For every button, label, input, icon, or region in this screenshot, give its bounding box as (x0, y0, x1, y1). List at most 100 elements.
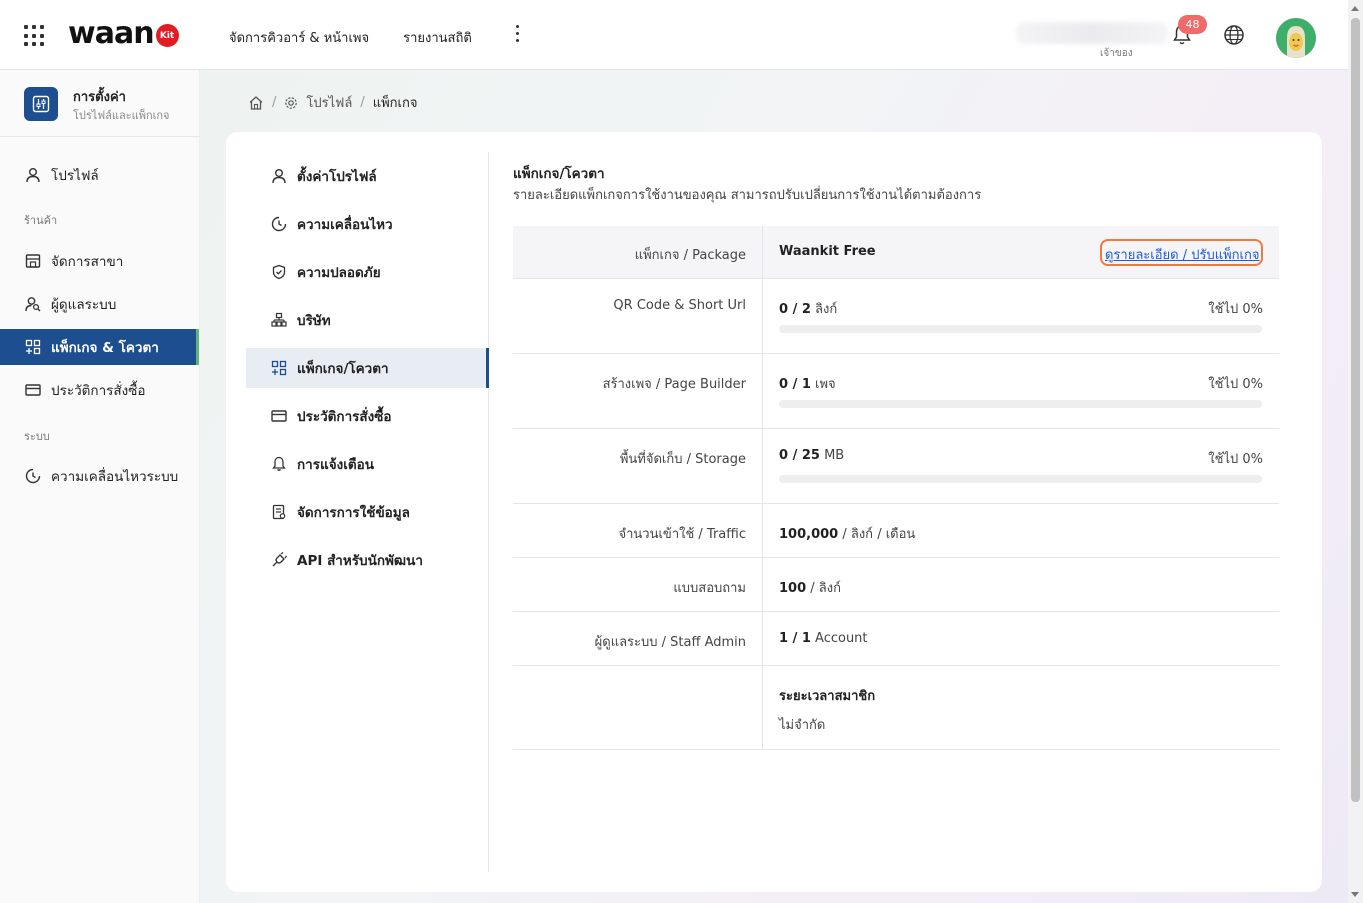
staff-value: 1 / 1 Account (779, 631, 868, 646)
quota-used: 0 (779, 377, 789, 392)
quota-progress-bar (779, 400, 1262, 408)
subnav-item-developer-api[interactable]: API สำหรับนักพัฒนา (246, 540, 489, 580)
subnav-item-data-usage[interactable]: จัดการการใช้ข้อมูล (246, 492, 489, 532)
subnav-item-order-history[interactable]: ประวัติการสั่งซื้อ (246, 396, 489, 436)
sidebar-subtitle: โปรไฟล์และแพ็กเกจ (73, 109, 170, 122)
row-label: QR Code & Short Url (513, 279, 763, 353)
page-scrollbar[interactable] (1348, 0, 1363, 903)
clock-icon (24, 467, 42, 485)
sidebar-item-label: ประวัติการสั่งซื้อ (51, 383, 146, 399)
org-chart-icon (270, 311, 288, 329)
more-vertical-icon[interactable] (516, 25, 519, 42)
table-row-quota-qr: QR Code & Short Url 0 / 2 ลิงก์ ใช้ไป 0% (513, 279, 1279, 354)
subnav-item-package-quota[interactable]: แพ็กเกจ/โควตา (246, 348, 489, 388)
staff-unit: Account (815, 631, 868, 646)
bell-icon (270, 455, 288, 473)
package-name: Waankit Free (779, 244, 876, 259)
gear-icon (285, 96, 298, 109)
traffic-value: 100,000 / ลิงก์ / เดือน (779, 523, 915, 544)
quota-used: 0 (779, 302, 789, 317)
row-label: สร้างเพจ / Page Builder (513, 354, 763, 428)
package-detail-link[interactable]: ดูรายละเอียด / ปรับแพ็กเกจ (1100, 239, 1264, 266)
sidebar-item-label: ความเคลื่อนไหวระบบ (51, 469, 179, 485)
table-row-quota-page-builder: สร้างเพจ / Page Builder 0 / 1 เพจ ใช้ไป … (513, 354, 1279, 429)
sidebar-item-admins[interactable]: ผู้ดูแลระบบ (0, 286, 199, 322)
subnav-label: API สำหรับนักพัฒนา (297, 553, 423, 569)
quota-unit: ลิงก์ (815, 302, 838, 317)
row-label: แพ็กเกจ / Package (513, 226, 763, 278)
row-label: แบบสอบถาม (513, 558, 763, 611)
globe-icon[interactable] (1223, 24, 1245, 46)
user-icon (270, 167, 288, 185)
logo-text: waan (68, 16, 155, 51)
subnav-label: บริษัท (297, 313, 331, 329)
quota-value: 0 / 1 เพจ (779, 377, 836, 392)
subnav-item-security[interactable]: ความปลอดภัย (246, 252, 489, 292)
breadcrumb: / โปรไฟล์ / แพ็กเกจ (248, 92, 417, 113)
sidebar-group-store: ร้านค้า (24, 214, 58, 227)
sidebar-item-package-quota[interactable]: แพ็กเกจ & โควตา (0, 329, 199, 365)
content-title: แพ็กเกจ/โควตา (513, 166, 605, 182)
quota-usage: ใช้ไป 0% (1208, 452, 1263, 467)
scroll-down-icon[interactable] (1351, 892, 1359, 897)
nav-qr-pages[interactable]: จัดการคิวอาร์ & หน้าเพจ (229, 27, 369, 48)
quota-limit: 1 (801, 377, 811, 392)
card-icon (270, 407, 288, 425)
sidebar-item-profile[interactable]: โปรไฟล์ (0, 157, 199, 193)
subnav-item-company[interactable]: บริษัท (246, 300, 489, 340)
breadcrumb-separator: / (360, 95, 365, 110)
quota-unit: เพจ (815, 377, 836, 392)
breadcrumb-profile[interactable]: โปรไฟล์ (306, 92, 352, 113)
row-label-empty (513, 666, 763, 749)
subnav-item-profile-settings[interactable]: ตั้งค่าโปรไฟล์ (246, 156, 489, 196)
quota-progress-bar (779, 475, 1262, 483)
table-row-staff-admin: ผู้ดูแลระบบ / Staff Admin 1 / 1 Account (513, 612, 1279, 666)
sidebar-header: การตั้งค่า โปรไฟล์และแพ็กเกจ (0, 70, 200, 137)
quota-value: 0 / 25 MB (779, 448, 845, 463)
quota-limit: 2 (801, 302, 811, 317)
sidebar-item-system-activity[interactable]: ความเคลื่อนไหวระบบ (0, 458, 199, 494)
quota-value: 0 / 2 ลิงก์ (779, 302, 838, 317)
quota-usage: ใช้ไป 0% (1208, 302, 1263, 317)
sidebar-item-label: แพ็กเกจ & โควตา (51, 340, 159, 356)
sidebar-item-branches[interactable]: จัดการสาขา (0, 243, 199, 279)
user-search-icon (24, 295, 42, 313)
card-icon (24, 381, 42, 399)
quota-usage: ใช้ไป 0% (1208, 377, 1263, 392)
subnav-label: ความเคลื่อนไหว (297, 217, 393, 233)
table-row-survey: แบบสอบถาม 100 / ลิงก์ (513, 558, 1279, 612)
breadcrumb-separator: / (272, 95, 277, 110)
survey-number: 100 (779, 581, 807, 596)
table-row-traffic: จำนวนเข้าใช้ / Traffic 100,000 / ลิงก์ /… (513, 504, 1279, 558)
traffic-number: 100,000 (779, 527, 839, 542)
logo-badge: Kit (155, 24, 179, 47)
apps-grid-icon[interactable] (24, 25, 46, 47)
shield-icon (270, 263, 288, 281)
avatar[interactable] (1276, 18, 1316, 58)
subnav-label: แพ็กเกจ/โควตา (297, 361, 389, 377)
subnav-item-notifications[interactable]: การแจ้งเตือน (246, 444, 489, 484)
subnav-label: ตั้งค่าโปรไฟล์ (297, 169, 377, 185)
notification-badge: 48 (1178, 15, 1207, 34)
sidebar-item-label: ผู้ดูแลระบบ (51, 297, 117, 313)
plug-icon (270, 551, 288, 569)
subnav-label: การแจ้งเตือน (297, 457, 374, 473)
sidebar-group-system: ระบบ (24, 430, 50, 443)
breadcrumb-package: แพ็กเกจ (372, 96, 418, 111)
package-grid-icon (24, 338, 42, 356)
home-icon[interactable] (248, 95, 264, 111)
row-label: พื้นที่จัดเก็บ / Storage (513, 429, 763, 503)
scroll-thumb[interactable] (1351, 18, 1360, 802)
membership-value: ไม่จำกัด (779, 718, 826, 733)
user-name-blurred[interactable] (1016, 22, 1168, 44)
sidebar-item-order-history[interactable]: ประวัติการสั่งซื้อ (0, 372, 199, 408)
sidebar-item-label: โปรไฟล์ (51, 168, 99, 184)
subnav-item-activity[interactable]: ความเคลื่อนไหว (246, 204, 489, 244)
settings-sliders-icon (24, 87, 58, 121)
nav-statistics[interactable]: รายงานสถิติ (403, 27, 472, 48)
scroll-up-icon[interactable] (1351, 6, 1359, 11)
sidebar: การตั้งค่า โปรไฟล์และแพ็กเกจ โปรไฟล์ ร้า… (0, 70, 200, 903)
logo[interactable]: waan Kit (68, 16, 179, 51)
package-value: Waankit Free (779, 244, 876, 259)
quota-limit: 25 (801, 448, 820, 463)
